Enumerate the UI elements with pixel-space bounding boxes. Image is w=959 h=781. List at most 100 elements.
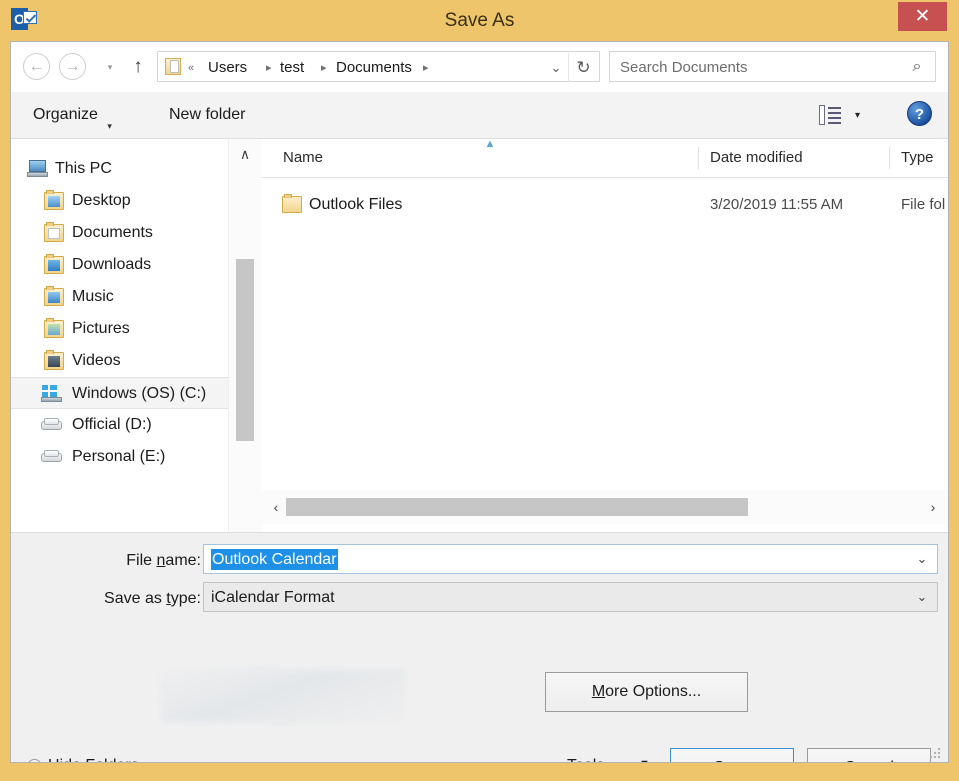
view-icon-line xyxy=(828,117,841,119)
search-icon[interactable]: ⌕ xyxy=(907,57,927,77)
sort-ascending-icon: ▲ xyxy=(483,140,497,148)
sidebar-item-pictures[interactable]: Pictures xyxy=(11,313,228,345)
scroll-up-icon[interactable]: ∧ xyxy=(229,141,261,167)
column-header-date-modified[interactable]: Date modified xyxy=(710,139,803,177)
chevron-down-icon[interactable]: ⌄ xyxy=(909,545,935,573)
address-bar[interactable]: « Users ▸ test ▸ Documents ▸ ⌄ ↻ xyxy=(157,51,600,82)
folder-documents-icon xyxy=(44,224,64,242)
breadcrumb-separator: ▸ xyxy=(321,58,327,78)
sidebar-item-personal-e[interactable]: Personal (E:) xyxy=(11,441,228,473)
folder-inner xyxy=(48,356,60,367)
form-area: File name: Outlook Calendar ⌄ Save as ty… xyxy=(11,533,948,613)
organize-button[interactable]: Organize ▾ xyxy=(33,101,112,129)
cancel-button[interactable]: Cancel xyxy=(807,748,931,763)
folder-inner xyxy=(48,228,60,239)
sidebar-item-videos[interactable]: Videos xyxy=(11,345,228,377)
sidebar-item-label: Videos xyxy=(72,345,121,377)
folder-tab xyxy=(284,194,292,198)
sidebar-item-music[interactable]: Music xyxy=(11,281,228,313)
column-divider[interactable] xyxy=(698,147,699,169)
folder-tab xyxy=(46,254,54,258)
toolbar: Organize ▾ New folder ▾ ? xyxy=(11,92,948,139)
resize-grip[interactable] xyxy=(930,746,943,759)
sidebar-item-label: Downloads xyxy=(72,249,151,281)
folder-inner xyxy=(48,196,60,207)
view-layout-icon[interactable] xyxy=(819,105,841,125)
breadcrumb-item-users[interactable]: Users xyxy=(208,57,247,78)
sidebar-item-desktop[interactable]: Desktop xyxy=(11,185,228,217)
folder-pictures-icon xyxy=(44,320,64,338)
breadcrumb-item-test[interactable]: test xyxy=(280,57,304,78)
chevron-down-icon: ▾ xyxy=(107,112,112,140)
sidebar-item-label: Music xyxy=(72,281,114,313)
navigation-bar: ← → ▾ ↑ « Users ▸ test ▸ Documents ▸ ⌄ ↻ xyxy=(11,42,948,92)
forward-icon[interactable]: → xyxy=(59,53,86,80)
sidebar-item-documents[interactable]: Documents xyxy=(11,217,228,249)
help-icon[interactable]: ? xyxy=(907,101,932,126)
table-row[interactable]: Outlook Files 3/20/2019 11:55 AM File fo… xyxy=(261,187,948,223)
column-divider[interactable] xyxy=(889,147,890,169)
sidebar-item-label: This PC xyxy=(55,153,112,185)
file-date-modified: 3/20/2019 11:55 AM xyxy=(710,187,843,223)
scrollbar-thumb[interactable] xyxy=(236,259,254,441)
window-title: Save As xyxy=(0,0,959,41)
search-input[interactable]: Search Documents ⌕ xyxy=(609,51,936,82)
blurred-region xyxy=(161,669,405,723)
breadcrumb-item-documents[interactable]: Documents xyxy=(336,57,412,78)
refresh-icon[interactable]: ↻ xyxy=(568,53,598,82)
file-name-input[interactable]: Outlook Calendar ⌄ xyxy=(203,544,938,574)
computer-icon xyxy=(27,160,49,178)
view-icon-column xyxy=(819,105,825,125)
computer-base xyxy=(27,172,48,177)
column-header-type[interactable]: Type xyxy=(901,139,934,177)
scroll-right-icon[interactable]: › xyxy=(920,491,946,523)
navigation-sidebar: This PC Desktop Documents xyxy=(11,139,228,575)
file-name-label: File name: xyxy=(51,546,201,576)
tools-chevron-down-icon[interactable]: ▼ xyxy=(639,758,650,763)
tools-button[interactable]: Tools xyxy=(567,751,604,763)
button-area: More Options... Tools ▼ Save Cancel Hide… xyxy=(11,613,948,763)
sidebar-item-label: Official (D:) xyxy=(72,409,152,441)
more-options-button[interactable]: More Options... xyxy=(545,672,748,712)
scrollbar-thumb[interactable] xyxy=(286,498,748,516)
breadcrumb-separator: ▸ xyxy=(423,58,429,78)
drive-base xyxy=(41,397,62,402)
sidebar-item-official-d[interactable]: Official (D:) xyxy=(11,409,228,441)
address-chevron-down-icon[interactable]: ⌄ xyxy=(544,53,568,82)
breadcrumb-separator: ▸ xyxy=(266,58,272,78)
chevron-up-circle-icon xyxy=(27,759,42,763)
sidebar-item-downloads[interactable]: Downloads xyxy=(11,249,228,281)
sidebar-item-windows-os-c[interactable]: Windows (OS) (C:) xyxy=(11,377,228,409)
sidebar-item-this-pc[interactable]: This PC xyxy=(11,153,228,185)
sidebar-scrollbar[interactable]: ∧ ∨ xyxy=(228,139,261,575)
close-button[interactable]: ✕ xyxy=(898,2,947,31)
organize-label: Organize xyxy=(33,106,98,123)
sidebar-item-label: Desktop xyxy=(72,185,131,217)
save-as-dialog-window: O Save As ✕ ← → ▾ ↑ « Users ▸ test ▸ Do xyxy=(0,0,959,781)
save-button[interactable]: Save xyxy=(670,748,794,763)
file-name: Outlook Files xyxy=(309,187,402,223)
save-as-type-value: iCalendar Format xyxy=(211,587,335,608)
drive-icon xyxy=(41,450,63,464)
folder-inner xyxy=(48,260,60,271)
recent-locations-chevron-down-icon[interactable]: ▾ xyxy=(103,61,117,73)
view-chevron-down-icon[interactable]: ▾ xyxy=(855,110,860,121)
drive-icon xyxy=(41,418,63,432)
column-header-name[interactable]: Name xyxy=(283,139,323,177)
folder-icon xyxy=(282,196,302,213)
view-icon-line xyxy=(828,112,841,114)
folder-music-icon xyxy=(44,288,64,306)
chevron-down-icon[interactable]: ⌄ xyxy=(909,583,935,611)
back-icon[interactable]: ← xyxy=(23,53,50,80)
file-list-horizontal-scrollbar[interactable]: ‹ › xyxy=(261,491,948,524)
up-one-level-icon[interactable]: ↑ xyxy=(127,54,149,79)
sidebar-item-label: Documents xyxy=(72,217,153,249)
folder-tab xyxy=(46,350,54,354)
folder-downloads-icon xyxy=(44,256,64,274)
drive-top xyxy=(44,450,59,457)
computer-screen xyxy=(29,160,46,172)
save-as-type-select[interactable]: iCalendar Format ⌄ xyxy=(203,582,938,612)
sidebar-item-label: Windows (OS) (C:) xyxy=(72,378,206,410)
folder-tab xyxy=(46,286,54,290)
new-folder-button[interactable]: New folder xyxy=(169,101,245,129)
